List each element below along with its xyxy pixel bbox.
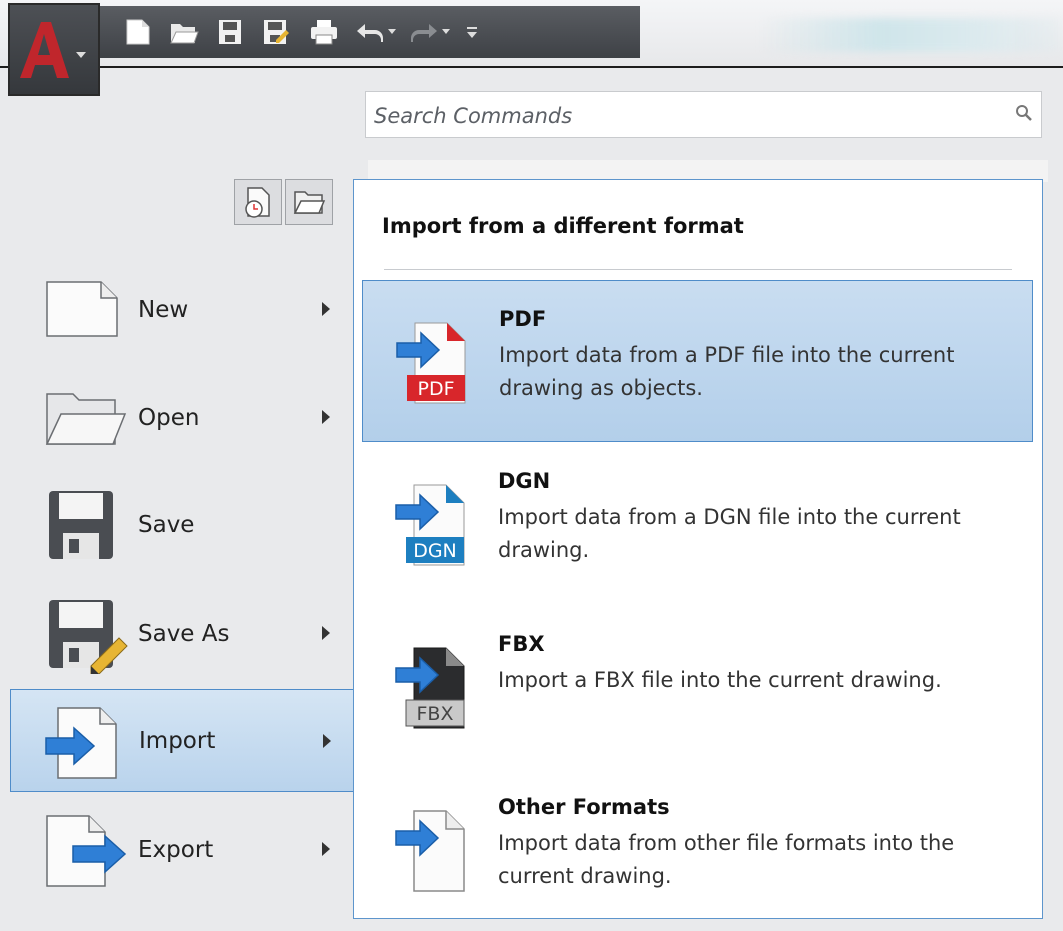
import-item-fbx[interactable]: FBX FBX Import a FBX file into the curre…	[362, 606, 1033, 768]
save-icon	[43, 487, 123, 567]
import-fbx-icon: FBX	[392, 642, 472, 736]
submenu-arrow-icon	[322, 626, 330, 640]
menu-item-open[interactable]: Open	[10, 366, 355, 469]
menu-item-label: Open	[138, 404, 200, 431]
recent-documents-button[interactable]	[234, 179, 282, 225]
import-pdf-badge: PDF	[417, 378, 454, 400]
import-item-dgn[interactable]: DGN DGN Import data from a DGN file into…	[362, 443, 1033, 605]
save-as-icon	[43, 596, 129, 678]
import-dgn-icon: DGN	[392, 479, 472, 573]
autocad-logo-icon	[20, 21, 86, 78]
import-item-name: DGN	[498, 469, 551, 493]
import-other-formats-icon	[392, 805, 472, 899]
import-item-pdf[interactable]: PDF PDF Import data from a PDF file into…	[362, 280, 1033, 442]
import-item-name: FBX	[498, 632, 545, 656]
qat-open-icon[interactable]	[166, 14, 202, 50]
menu-item-label: Import	[139, 727, 216, 754]
menu-item-label: Save As	[138, 620, 230, 647]
import-fbx-badge: FBX	[417, 703, 454, 725]
menu-item-label: Save	[138, 511, 195, 538]
menu-item-import[interactable]: Import	[10, 689, 355, 792]
menu-item-label: New	[138, 296, 189, 323]
menu-item-export[interactable]: Export	[10, 798, 355, 901]
import-item-name: PDF	[499, 307, 547, 331]
qat-redo-dropdown-icon[interactable]	[436, 14, 456, 50]
menu-item-save-as[interactable]: Save As	[10, 582, 355, 685]
import-item-other-formats[interactable]: Other Formats Import data from other fil…	[362, 769, 1033, 931]
window-title-blurred	[760, 18, 1060, 52]
title-bar	[0, 0, 1063, 68]
import-item-description: Import data from a PDF file into the cur…	[499, 343, 955, 400]
recent-documents-icon	[245, 187, 270, 218]
qat-undo-dropdown-icon[interactable]	[382, 14, 402, 50]
menu-item-save[interactable]: Save	[10, 473, 355, 576]
search-input[interactable]	[372, 92, 996, 139]
qat-save-as-icon[interactable]	[258, 14, 294, 50]
import-item-description: Import data from a DGN file into the cur…	[498, 505, 961, 562]
panel-title: Import from a different format	[382, 214, 744, 238]
import-item-name: Other Formats	[498, 795, 670, 819]
import-dgn-badge: DGN	[413, 540, 457, 562]
new-file-icon	[43, 272, 123, 348]
export-icon	[43, 812, 129, 892]
quick-access-toolbar	[100, 6, 640, 58]
qat-new-icon[interactable]	[120, 14, 156, 50]
import-pdf-icon: PDF	[393, 317, 473, 411]
import-item-description: Import data from other file formats into…	[498, 831, 955, 888]
submenu-arrow-icon	[322, 410, 330, 424]
submenu-arrow-icon	[322, 842, 330, 856]
application-menu-button[interactable]	[8, 3, 100, 96]
submenu-arrow-icon	[323, 734, 331, 748]
qat-customize-icon[interactable]	[460, 14, 484, 50]
import-icon	[44, 704, 124, 784]
panel-divider	[384, 269, 1012, 270]
menu-item-label: Export	[138, 836, 214, 863]
open-folder-icon	[43, 380, 127, 456]
qat-save-icon[interactable]	[212, 14, 248, 50]
import-submenu-panel: Import from a different format PDF PDF I…	[353, 179, 1043, 919]
open-documents-button[interactable]	[285, 179, 333, 225]
qat-plot-icon[interactable]	[306, 14, 342, 50]
open-documents-icon	[293, 191, 326, 214]
search-icon[interactable]	[1015, 104, 1033, 126]
import-item-description: Import a FBX file into the current drawi…	[498, 668, 942, 692]
submenu-arrow-icon	[322, 302, 330, 316]
search-commands-box[interactable]	[365, 91, 1042, 139]
menu-item-new[interactable]: New	[10, 258, 355, 361]
